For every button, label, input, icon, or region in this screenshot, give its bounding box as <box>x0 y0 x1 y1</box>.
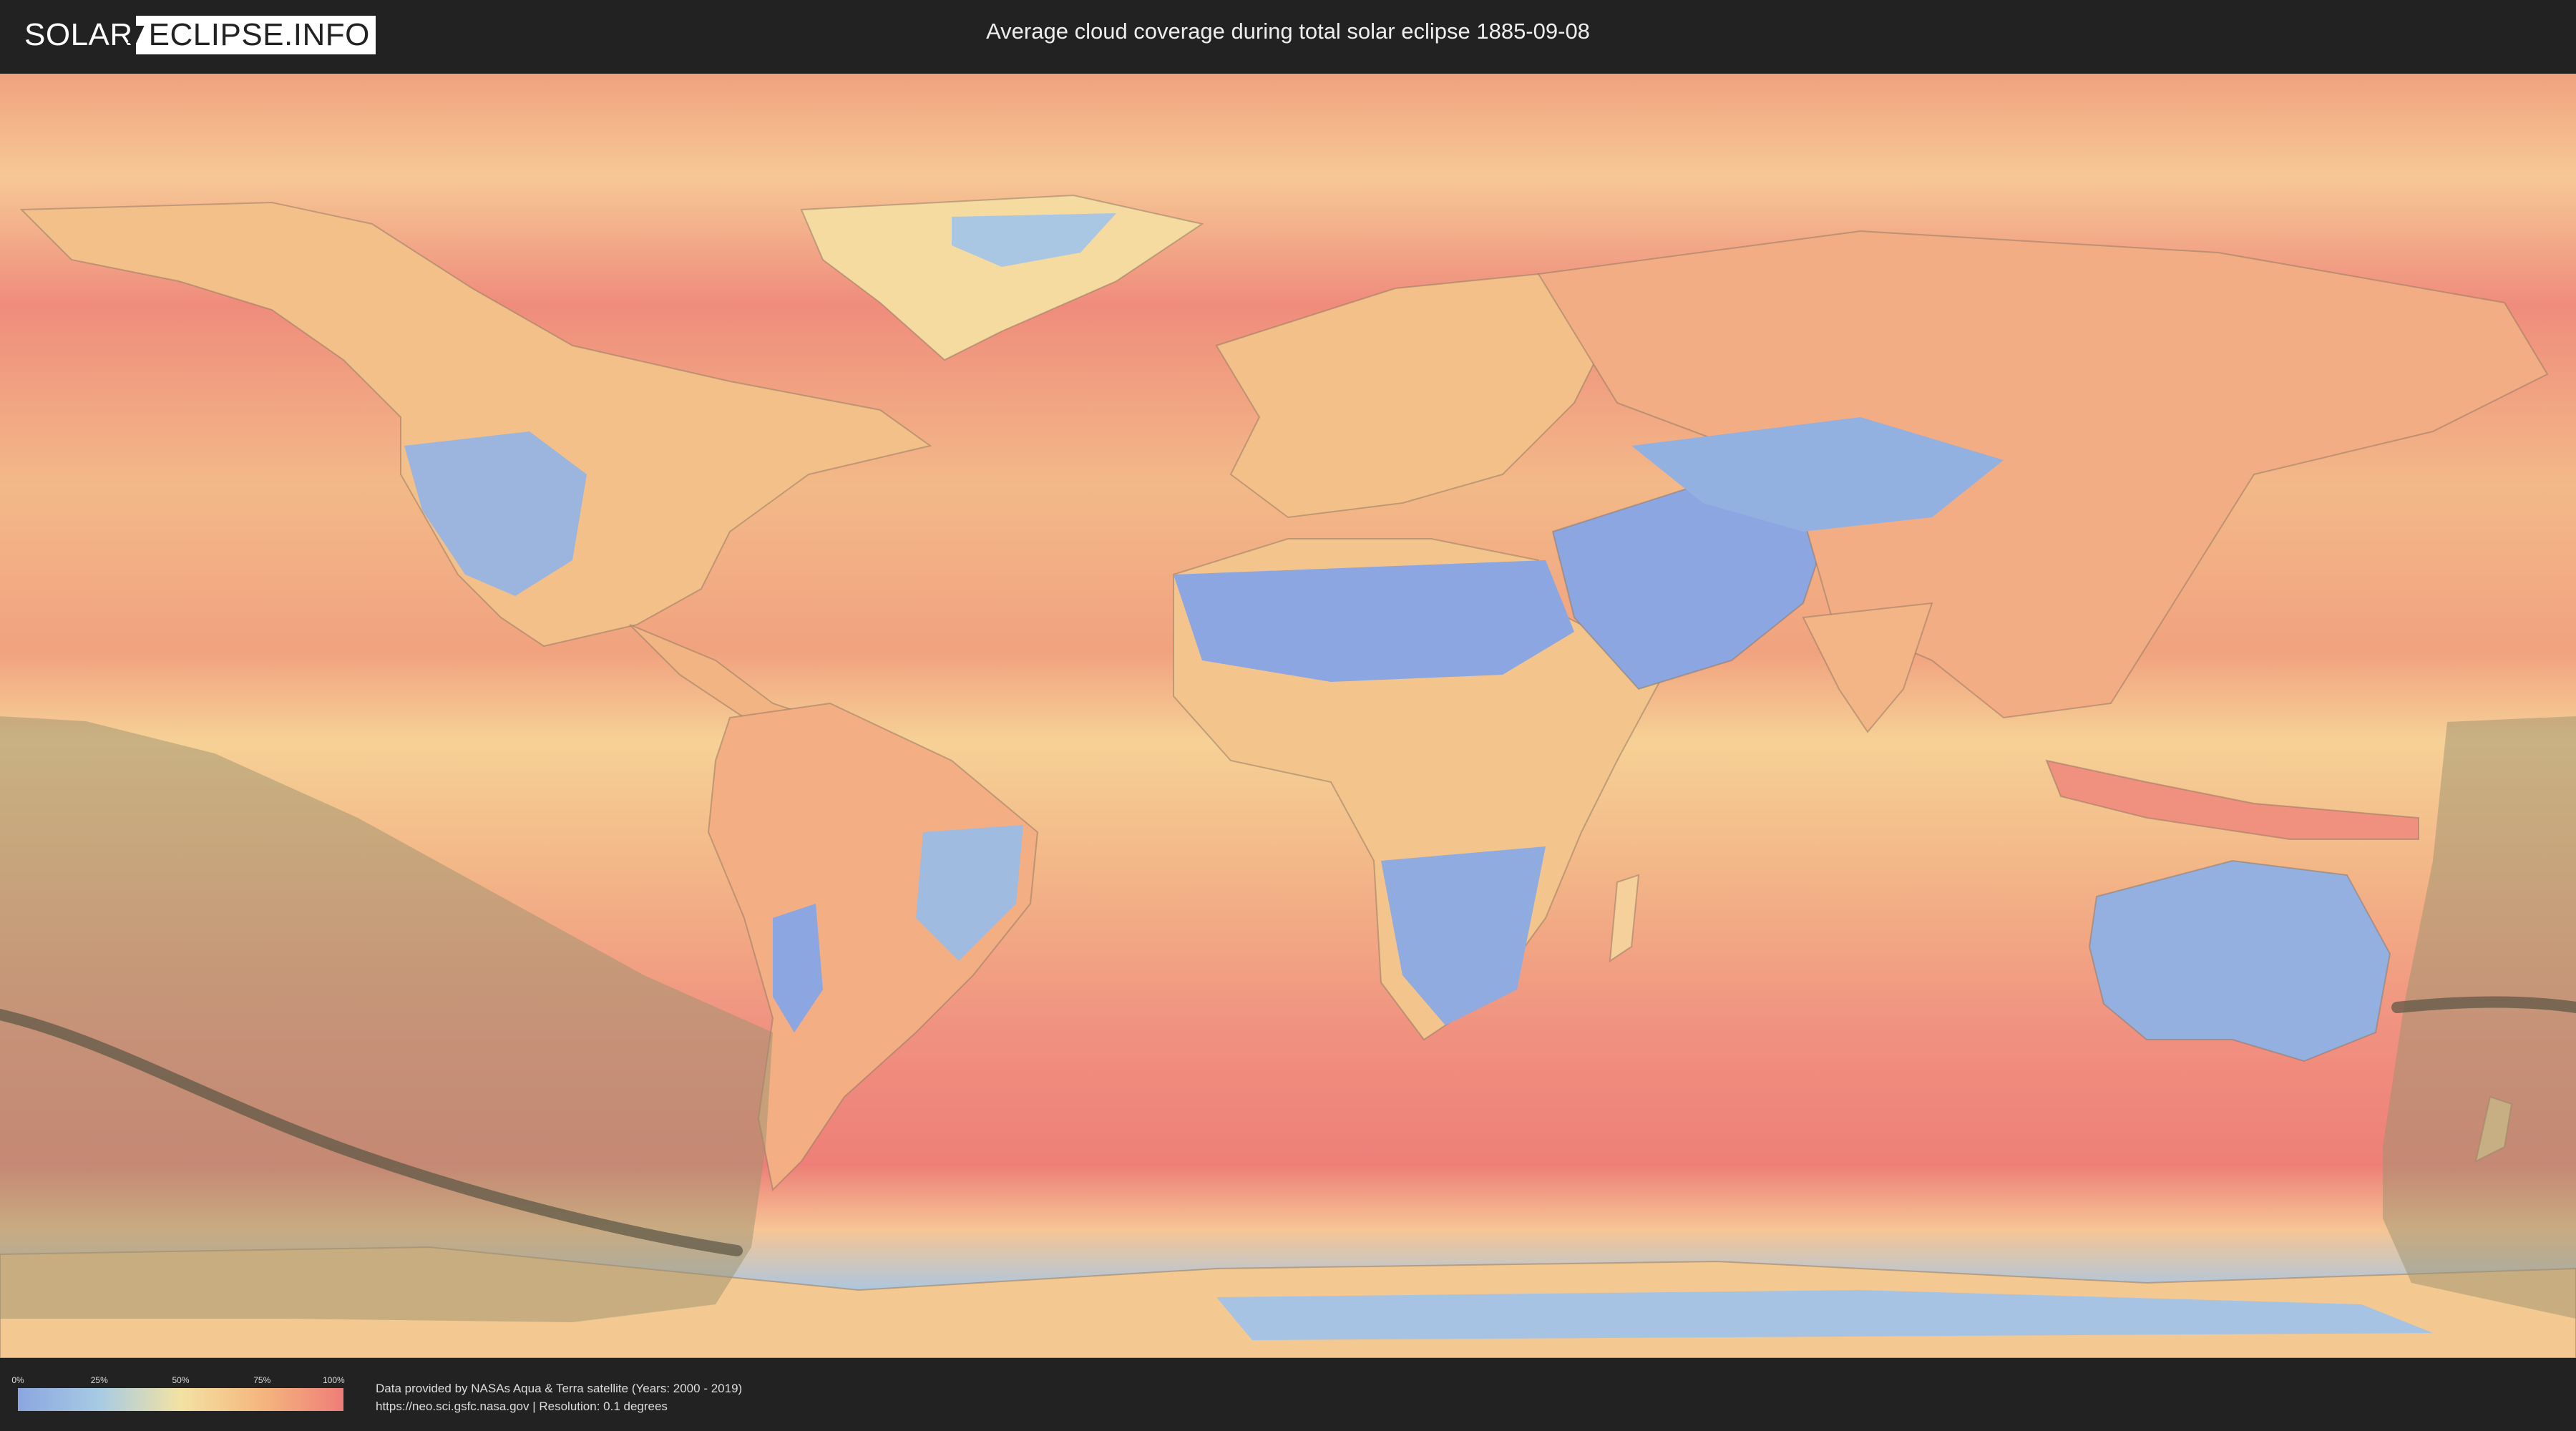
credits-line-source: Data provided by NASAs Aqua & Terra sate… <box>376 1382 743 1395</box>
legend-tick-100: 100% <box>322 1375 345 1385</box>
data-credits: Data provided by NASAs Aqua & Terra sate… <box>376 1379 742 1415</box>
legend-color-bar <box>18 1388 343 1411</box>
footer-bar: 0% 25% 50% 75% 100% Data provided by NAS… <box>0 1359 2576 1431</box>
page-title: Average cloud coverage during total sola… <box>986 19 1590 44</box>
legend-tick-50: 50% <box>172 1375 190 1385</box>
world-map-svg <box>0 74 2576 1358</box>
legend-tick-0: 0% <box>11 1375 24 1385</box>
header-bar: SOLAR ECLIPSE.INFO Average cloud coverag… <box>0 0 2576 72</box>
cloud-coverage-legend: 0% 25% 50% 75% 100% <box>11 1375 345 1411</box>
credits-line-url: https://neo.sci.gsfc.nasa.gov | Resoluti… <box>376 1400 668 1413</box>
legend-ticks: 0% 25% 50% 75% 100% <box>11 1375 345 1387</box>
totality-path-east <box>2391 996 2576 1013</box>
cloud-coverage-map <box>0 74 2576 1358</box>
legend-tick-25: 25% <box>90 1375 108 1385</box>
land-sahara-clear <box>1174 560 1574 682</box>
legend-tick-75: 75% <box>253 1375 271 1385</box>
